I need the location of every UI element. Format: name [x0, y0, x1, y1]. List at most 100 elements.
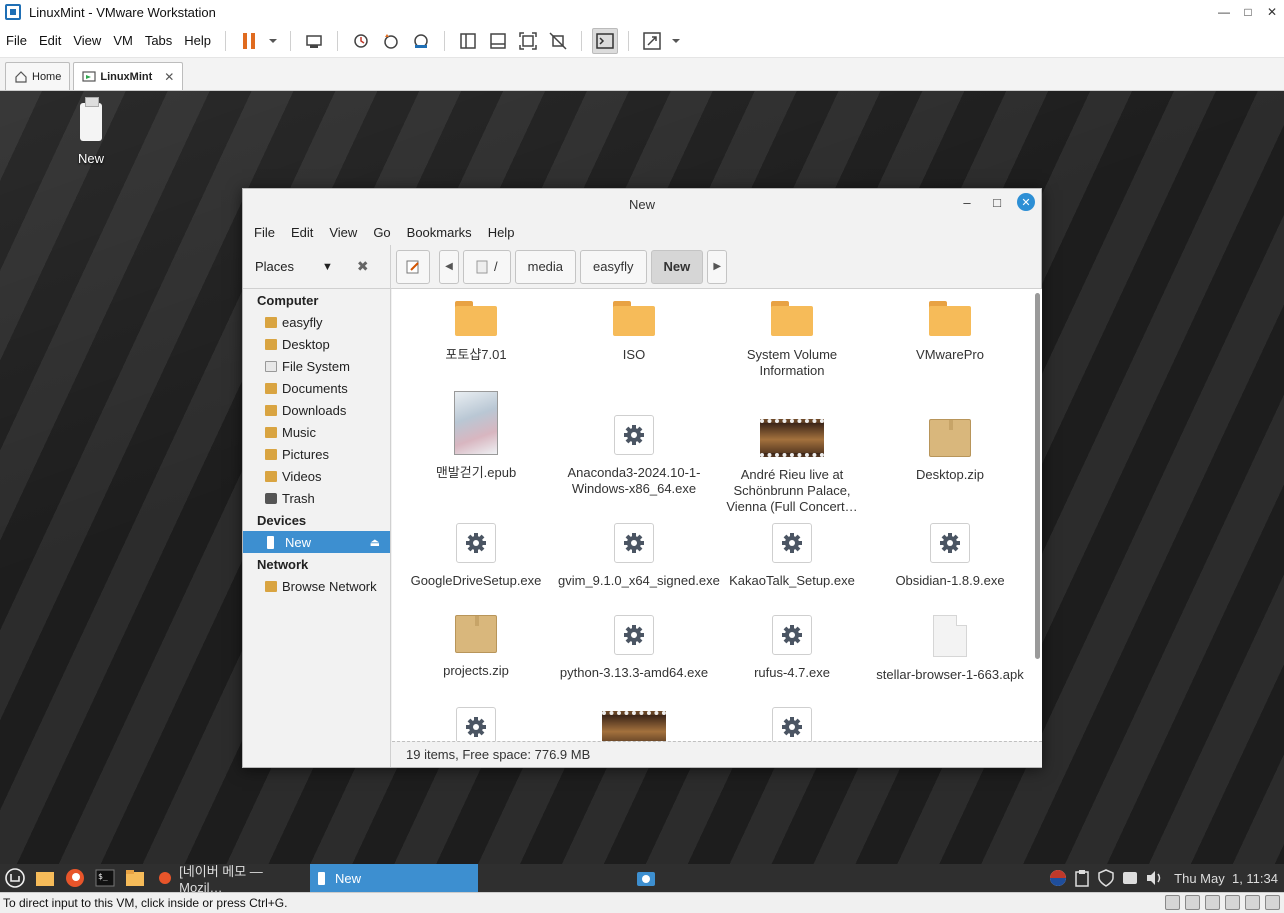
menu-edit[interactable]: Edit	[33, 33, 67, 48]
path-media[interactable]: media	[514, 249, 577, 284]
sidebar-item-desktop[interactable]: Desktop	[243, 333, 390, 355]
path-scroll-left-button[interactable]: ◀	[439, 249, 459, 284]
network-adapter-icon[interactable]	[1185, 895, 1200, 910]
file-view[interactable]: 포토샵7.01 ISO System Volume Information VM…	[392, 289, 1042, 741]
vertical-scrollbar[interactable]	[1035, 293, 1040, 659]
places-selector[interactable]: Places ▼ ✖	[243, 244, 391, 289]
file-item[interactable]: Obsidian-1.8.9.exe	[870, 523, 1030, 589]
sidebar-item-new[interactable]: New ⏏	[243, 531, 390, 553]
maximize-icon[interactable]: □	[982, 195, 1012, 210]
file-item[interactable]: KakaoTalk_Setup.exe	[712, 523, 872, 589]
stretch-guest-icon[interactable]	[639, 28, 665, 54]
file-item[interactable]	[396, 707, 556, 741]
console-view-icon[interactable]	[592, 27, 619, 54]
path-scroll-right-button[interactable]: ▶	[707, 249, 728, 284]
display-icon[interactable]	[1245, 895, 1260, 910]
file-manager-launcher-icon[interactable]	[123, 866, 147, 890]
send-ctrl-alt-del-icon[interactable]	[301, 28, 327, 54]
show-library-icon[interactable]	[455, 28, 481, 54]
sidebar-item-browse-network[interactable]: Browse Network	[243, 575, 390, 597]
menu-view[interactable]: View	[67, 33, 107, 48]
menu-file[interactable]: File	[0, 33, 33, 48]
file-item[interactable]: VMwarePro	[870, 301, 1030, 363]
terminal-icon[interactable]: $_	[93, 866, 117, 890]
mint-menu-icon[interactable]	[3, 866, 27, 890]
maximize-icon[interactable]: □	[1236, 0, 1260, 24]
menu-tabs[interactable]: Tabs	[139, 33, 178, 48]
file-item[interactable]	[712, 707, 872, 741]
volume-icon[interactable]	[1145, 869, 1163, 887]
pause-icon[interactable]	[236, 28, 262, 54]
sidebar-item-pictures[interactable]: Pictures	[243, 443, 390, 465]
chevron-down-icon[interactable]	[669, 28, 683, 54]
nemo-menu-help[interactable]: Help	[480, 225, 523, 240]
desktop-drive-new[interactable]: New	[68, 97, 114, 166]
clipboard-icon[interactable]	[1073, 869, 1091, 887]
sidebar-item-downloads[interactable]: Downloads	[243, 399, 390, 421]
minimize-icon[interactable]: —	[1212, 0, 1236, 24]
close-icon[interactable]: ✕	[1017, 193, 1035, 211]
file-item[interactable]: python-3.13.3-amd64.exe	[554, 615, 714, 681]
edit-location-button[interactable]	[396, 249, 430, 284]
snapshot-icon[interactable]	[348, 28, 374, 54]
file-item[interactable]: gvim_9.1.0_x64_signed.exe	[554, 523, 720, 589]
file-item[interactable]	[554, 711, 714, 741]
file-item[interactable]: 맨발걷기.epub	[396, 391, 556, 481]
hard-disk-icon[interactable]	[1165, 895, 1180, 910]
sidebar-item-videos[interactable]: Videos	[243, 465, 390, 487]
file-item[interactable]: System Volume Information	[712, 301, 872, 379]
file-item[interactable]: GoogleDriveSetup.exe	[396, 523, 556, 589]
path-current[interactable]: New	[650, 249, 704, 284]
close-sidebar-icon[interactable]: ✖	[357, 258, 369, 275]
file-item[interactable]: Anaconda3-2024.10-1-Windows-x86_64.exe	[554, 415, 714, 497]
file-item[interactable]: stellar-browser-1-663.apk	[870, 615, 1030, 683]
folder-launcher-icon[interactable]	[33, 866, 57, 890]
nemo-menu-view[interactable]: View	[321, 225, 365, 240]
nemo-menu-file[interactable]: File	[246, 225, 283, 240]
sidebar-item-easyfly[interactable]: easyfly	[243, 311, 390, 333]
tab-linuxmint[interactable]: LinuxMint ✕	[73, 62, 184, 90]
message-log-icon[interactable]	[1265, 895, 1280, 910]
sidebar-item-documents[interactable]: Documents	[243, 377, 390, 399]
full-screen-icon[interactable]	[515, 28, 541, 54]
menu-help[interactable]: Help	[178, 33, 217, 48]
file-item[interactable]: 포토샵7.01	[396, 301, 556, 363]
close-icon[interactable]: ✕	[1260, 0, 1284, 24]
removable-drive-icon[interactable]	[1121, 869, 1139, 887]
usb-controller-icon[interactable]	[1205, 895, 1220, 910]
nemo-menu-edit[interactable]: Edit	[283, 225, 321, 240]
shield-icon[interactable]	[1097, 869, 1115, 887]
minimize-icon[interactable]: –	[952, 195, 982, 210]
sidebar-item-trash[interactable]: Trash	[243, 487, 390, 509]
nemo-menu-bookmarks[interactable]: Bookmarks	[399, 225, 480, 240]
tab-home[interactable]: Home	[5, 62, 71, 90]
dropdown-icon[interactable]: ▼	[322, 261, 333, 273]
file-item[interactable]: André Rieu live at Schönbrunn Palace, Vi…	[712, 419, 872, 515]
tab-close-icon[interactable]: ✕	[164, 70, 174, 84]
path-root[interactable]: /	[463, 249, 511, 284]
nemo-menu-go[interactable]: Go	[365, 225, 398, 240]
revert-snapshot-icon[interactable]	[378, 28, 404, 54]
menu-vm[interactable]: VM	[107, 33, 139, 48]
screenshot-icon[interactable]	[634, 866, 658, 890]
clock[interactable]: Thu May 1, 11:34	[1174, 871, 1278, 886]
sidebar-item-music[interactable]: Music	[243, 421, 390, 443]
file-item[interactable]: ISO	[554, 301, 714, 363]
guest-desktop[interactable]: New New – □ ✕ File Edit View Go Bookmark…	[0, 91, 1284, 864]
path-easyfly[interactable]: easyfly	[580, 249, 647, 284]
taskbar-window-new[interactable]: New	[310, 864, 478, 892]
eject-icon[interactable]: ⏏	[370, 536, 380, 549]
sidebar-item-filesystem[interactable]: File System	[243, 355, 390, 377]
file-item[interactable]: Desktop.zip	[870, 419, 1030, 483]
file-item[interactable]: projects.zip	[396, 615, 556, 679]
file-item[interactable]: rufus-4.7.exe	[712, 615, 872, 681]
snapshot-manager-icon[interactable]	[408, 28, 434, 54]
chevron-down-icon[interactable]	[266, 28, 280, 54]
file-manager-titlebar[interactable]: New – □ ✕	[243, 189, 1041, 219]
input-method-icon[interactable]	[1049, 869, 1067, 887]
unity-mode-icon[interactable]	[545, 28, 571, 54]
taskbar-window-firefox[interactable]: [네이버 메모 — Mozil…	[150, 864, 310, 895]
thumbnail-bar-icon[interactable]	[485, 28, 511, 54]
sound-card-icon[interactable]	[1225, 895, 1240, 910]
firefox-icon[interactable]	[63, 866, 87, 890]
